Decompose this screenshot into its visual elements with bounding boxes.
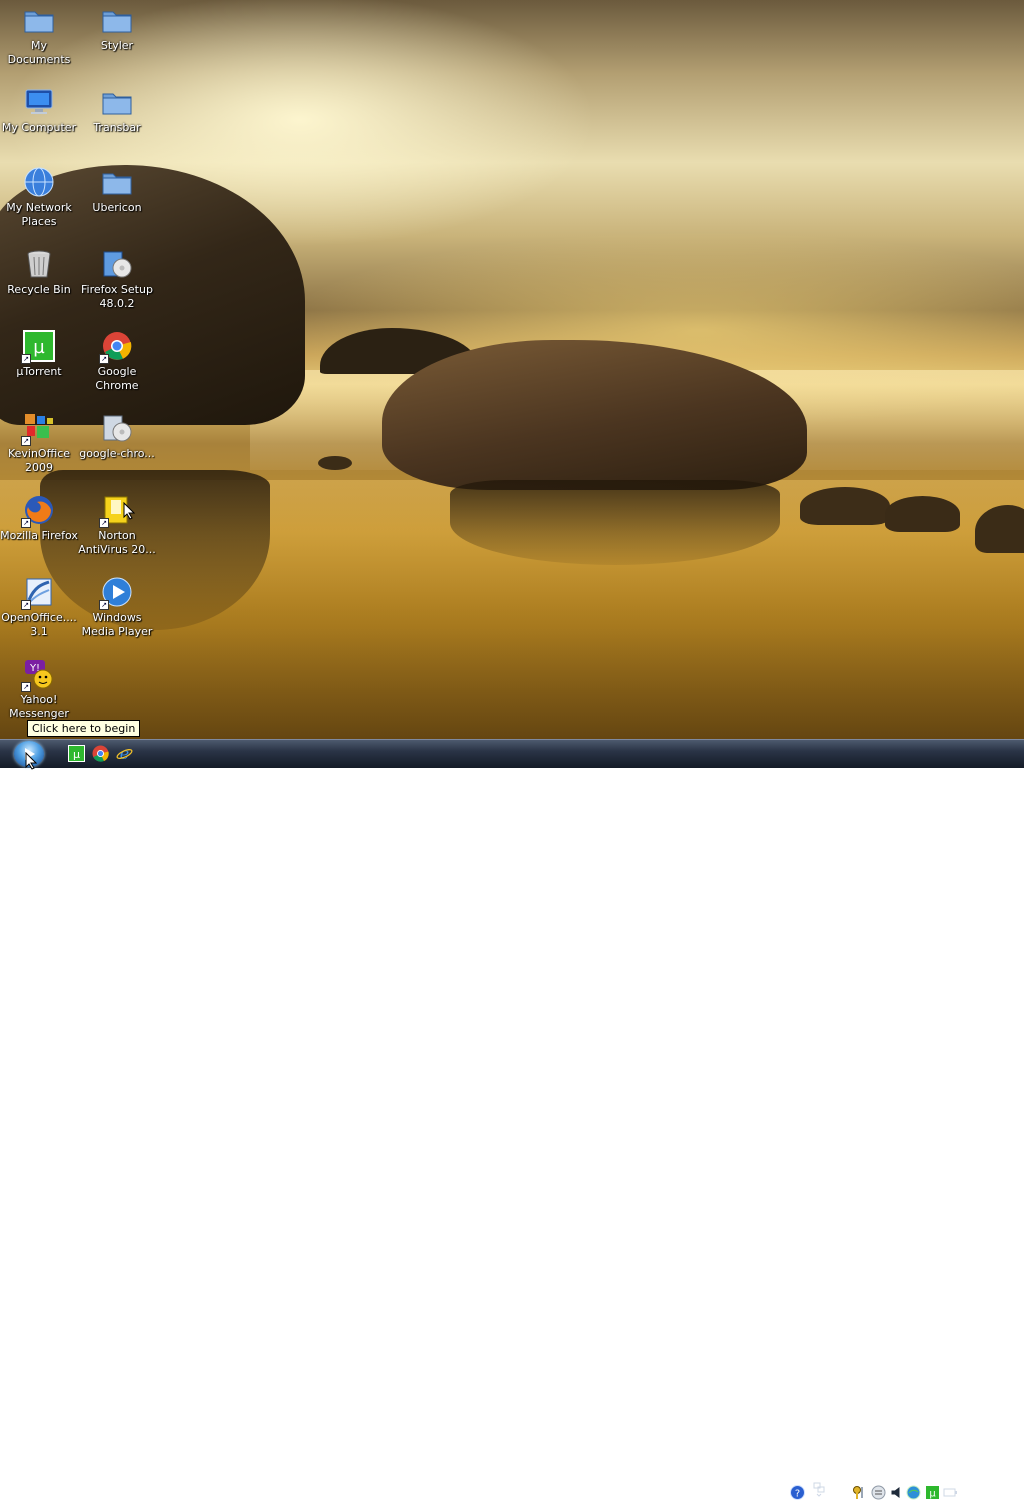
desktop-icon-kevinoffice-2009[interactable]: ↗ KevinOffice 2009	[0, 412, 78, 475]
folder-icon	[23, 4, 55, 36]
desktop-icon-my-network-places[interactable]: My Network Places	[0, 166, 78, 229]
desktop-icon-windows-media-player[interactable]: ↗ Windows Media Player	[78, 576, 156, 639]
network-connections-icon[interactable]	[812, 1482, 827, 1497]
desktop-icon-google-chrome[interactable]: ↗ Google Chrome	[78, 330, 156, 393]
desktop-icon-norton-antivirus[interactable]: ↗ Norton AntiVirus 20...	[78, 494, 156, 557]
desktop-icon-label: µTorrent	[16, 365, 62, 378]
desktop-icon-mozilla-firefox[interactable]: ↗ Mozilla Firefox	[0, 494, 78, 543]
rock-center	[382, 340, 807, 490]
desktop-icon-label: Styler	[100, 39, 134, 52]
internet-explorer-icon: e	[116, 744, 133, 763]
desktop-icon-label: Yahoo! Messenger	[9, 693, 69, 720]
desktop-icon-yahoo-messenger[interactable]: Y! ↗ Yahoo! Messenger	[0, 658, 78, 721]
rock-small	[885, 496, 960, 532]
desktop-background: My Documents My Computer My Network Plac…	[0, 0, 1024, 739]
taskbar: µ e ? µ 12:15 PM	[0, 739, 1024, 1500]
clock[interactable]: 12:15 PM	[959, 1485, 1010, 1498]
desktop-icon-label: Recycle Bin	[7, 283, 71, 296]
utorrent-icon[interactable]: µ	[925, 1485, 940, 1500]
shortcut-arrow-icon: ↗	[21, 600, 31, 610]
svg-text:µ: µ	[929, 1489, 936, 1500]
desktop-icon-label: Transbar	[93, 121, 141, 134]
rock-center-reflection	[450, 480, 780, 565]
rock-small	[800, 487, 890, 525]
desktop-icon-firefox-setup[interactable]: Firefox Setup 48.0.2	[78, 248, 156, 311]
desktop-icon-label: My Network Places	[6, 201, 72, 228]
utorrent-icon: µ	[68, 745, 85, 762]
shortcut-arrow-icon: ↗	[21, 354, 31, 364]
yahoo-messenger-icon: Y! ↗	[21, 658, 55, 692]
desktop-icon-label: Ubericon	[92, 201, 142, 214]
desktop-icon-label: KevinOffice 2009	[7, 447, 71, 474]
desktop-icon-label: Google Chrome	[95, 365, 139, 392]
audio-icon[interactable]	[890, 1485, 905, 1500]
svg-text:µ: µ	[33, 337, 45, 358]
shortcut-arrow-icon: ↗	[21, 436, 31, 446]
help-icon[interactable]: ?	[790, 1485, 805, 1500]
desktop-icon-label: Windows Media Player	[81, 611, 153, 638]
quick-launch-chrome[interactable]	[92, 745, 109, 762]
desktop-icon-label: Firefox Setup 48.0.2	[81, 283, 153, 310]
keys-icon[interactable]	[852, 1485, 867, 1500]
desktop-icon-my-documents[interactable]: My Documents	[0, 4, 78, 67]
shortcut-arrow-icon: ↗	[99, 518, 109, 528]
computer-icon	[23, 86, 55, 118]
desktop-icon-label: My Documents	[7, 39, 71, 66]
desktop-icon-utorrent[interactable]: µ ↗ µTorrent	[0, 330, 78, 379]
battery-icon[interactable]	[943, 1485, 958, 1500]
svg-text:µ: µ	[73, 748, 80, 761]
desktop-icon-label: My Computer	[1, 121, 77, 134]
desktop-icon-my-computer[interactable]: My Computer	[0, 86, 78, 135]
folder-icon	[101, 4, 133, 36]
svg-text:?: ?	[795, 1489, 800, 1500]
messenger-icon[interactable]	[871, 1485, 886, 1500]
desktop-icon-ubericon[interactable]: Ubericon	[78, 166, 156, 215]
desktop-icon-google-chrome-installer[interactable]: google-chro...	[78, 412, 156, 461]
svg-text:e: e	[120, 745, 129, 762]
chrome-icon: ↗	[99, 330, 133, 364]
shortcut-arrow-icon: ↗	[21, 682, 31, 692]
shortcut-arrow-icon: ↗	[99, 600, 109, 610]
shortcut-arrow-icon: ↗	[99, 354, 109, 364]
utorrent-icon: µ ↗	[21, 330, 55, 364]
quick-launch-utorrent[interactable]: µ	[68, 745, 85, 762]
desktop-icon-recycle-bin[interactable]: Recycle Bin	[0, 248, 78, 297]
kevinoffice-icon: ↗	[21, 412, 55, 446]
quick-launch-internet-explorer[interactable]: e	[116, 744, 133, 763]
installer-icon	[101, 412, 133, 444]
media-player-icon: ↗	[99, 576, 133, 610]
desktop-icon-label: Norton AntiVirus 20...	[78, 529, 156, 556]
firefox-icon: ↗	[21, 494, 55, 528]
shortcut-arrow-icon: ↗	[21, 518, 31, 528]
desktop-icon-label: OpenOffice.... 3.1	[1, 611, 77, 638]
recycle-bin-icon	[23, 248, 55, 280]
openoffice-icon: ↗	[21, 576, 55, 610]
network-globe-icon	[23, 166, 55, 198]
network-globe-icon[interactable]	[906, 1485, 921, 1500]
desktop-icon-label: Mozilla Firefox	[0, 529, 78, 542]
start-button-tooltip: Click here to begin	[27, 720, 141, 737]
chrome-icon	[92, 745, 109, 762]
desktop-icon-label: google-chro...	[79, 447, 155, 460]
folder-icon	[101, 86, 133, 118]
installer-icon	[101, 248, 133, 280]
folder-icon	[101, 166, 133, 198]
rock-small	[318, 456, 352, 470]
desktop-icon-transbar[interactable]: Transbar	[78, 86, 156, 135]
desktop-icon-styler[interactable]: Styler	[78, 4, 156, 53]
desktop-icon-openoffice[interactable]: ↗ OpenOffice.... 3.1	[0, 576, 78, 639]
system-tray: ? µ 12:15 PM	[790, 1479, 1024, 1508]
